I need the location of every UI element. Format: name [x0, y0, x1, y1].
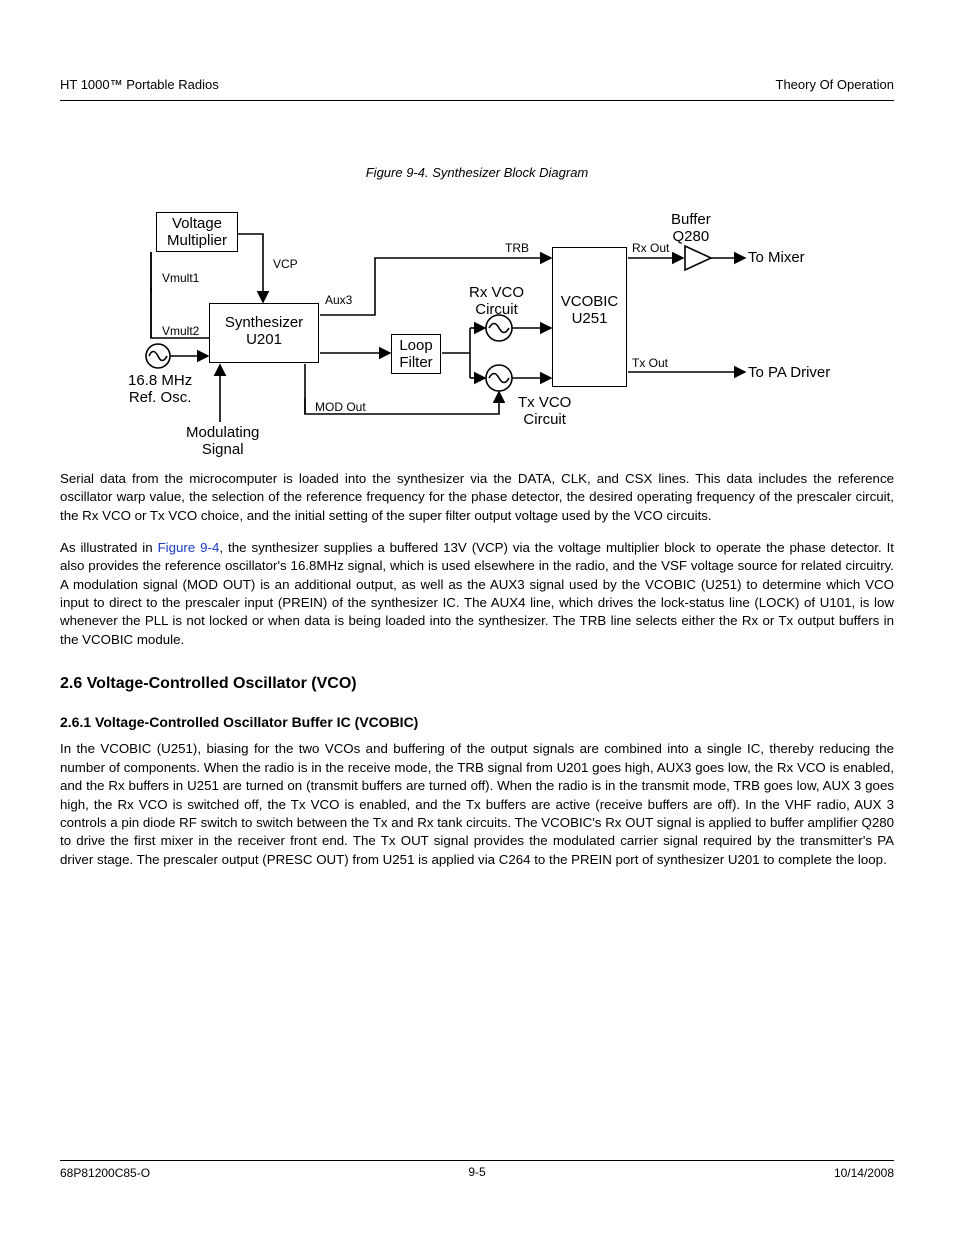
header-left: HT 1000™ Portable Radios: [60, 77, 219, 92]
paragraph-2: As illustrated in Figure 9-4, the synthe…: [60, 539, 894, 649]
footer-rule: [60, 1160, 894, 1161]
figure-ref-link[interactable]: Figure 9-4: [158, 540, 220, 555]
paragraph-3: In the VCOBIC (U251), biasing for the tw…: [60, 740, 894, 868]
paragraph-1: Serial data from the microcomputer is lo…: [60, 470, 894, 525]
heading-vco: 2.6 Voltage-Controlled Oscillator (VCO): [60, 673, 894, 695]
diagram-svg: [55, 198, 899, 498]
heading-vcobic: 2.6.1 Voltage-Controlled Oscillator Buff…: [60, 713, 894, 732]
synthesizer-block-diagram: VoltageMultiplier SynthesizerU201 LoopFi…: [55, 198, 899, 498]
header-right: Theory Of Operation: [776, 77, 895, 92]
header-rule: [60, 100, 894, 101]
figure-wrap: Figure 9-4. Synthesizer Block Diagram Vo…: [55, 165, 899, 498]
figure-title: Figure 9-4. Synthesizer Block Diagram: [55, 165, 899, 180]
footer-center: 9-5: [0, 1166, 954, 1180]
body-text: Serial data from the microcomputer is lo…: [60, 470, 894, 883]
